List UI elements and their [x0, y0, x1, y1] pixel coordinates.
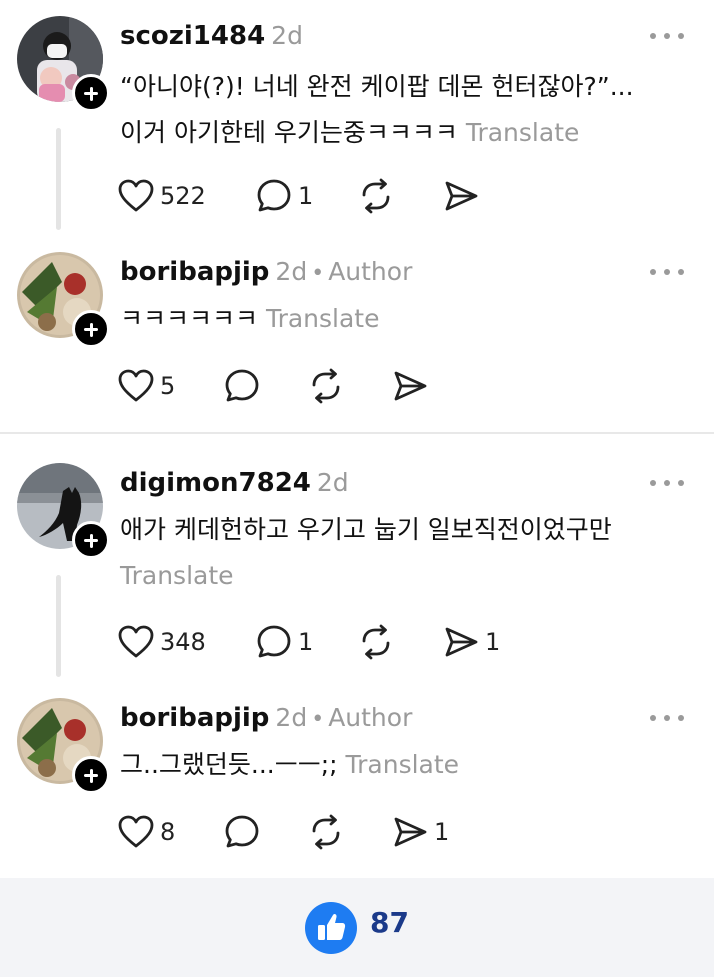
avatar-wrap[interactable] [17, 698, 110, 794]
comment-icon [225, 815, 259, 848]
translate-link[interactable]: Translate [120, 553, 612, 599]
separator-dot: • [311, 707, 325, 732]
more-dots-icon[interactable] [648, 262, 686, 282]
separator-dot: • [311, 261, 325, 286]
share-button[interactable]: 1 [443, 622, 500, 662]
comment-icon [257, 179, 291, 212]
repost-icon [362, 624, 390, 660]
translate-link[interactable]: Translate [266, 304, 380, 333]
repost-icon [312, 814, 340, 850]
post-text: 그..그랬던듯...ㅡㅡ;; Translate [120, 742, 459, 788]
thread-line [56, 575, 61, 677]
post-text: ㅋㅋㅋㅋㅋㅋ Translate [120, 296, 379, 342]
like-button[interactable]: 5 [118, 366, 175, 406]
reaction-count: 87 [370, 906, 409, 939]
avatar-wrap[interactable] [17, 16, 110, 112]
like-count: 522 [160, 182, 206, 210]
timestamp: 2d [275, 257, 308, 286]
username[interactable]: boribapjip [120, 257, 269, 287]
send-icon [394, 371, 427, 401]
translate-link[interactable]: Translate [346, 750, 460, 779]
avatar-wrap[interactable] [17, 463, 110, 559]
like-count: 348 [160, 628, 206, 656]
like-count: 5 [160, 372, 176, 400]
divider [0, 432, 714, 434]
post-text: “아니야(?)! 너네 완전 케이팝 데몬 헌터잖아?”... 이거 아기한테 … [120, 64, 634, 156]
heart-icon [118, 369, 154, 402]
like-button[interactable]: 522 [118, 176, 206, 216]
thumbs-up-icon[interactable] [305, 902, 357, 954]
username[interactable]: boribapjip [120, 703, 269, 733]
follow-plus-icon[interactable] [72, 74, 110, 112]
author-label: Author [328, 703, 413, 732]
reply-button[interactable] [224, 812, 260, 852]
heart-icon [118, 815, 154, 848]
post-text-line: 이거 아기한테 우기는중ㅋㅋㅋㅋ [120, 118, 458, 147]
post-header: boribapjip 2d • Author [120, 700, 412, 736]
reply-button[interactable]: 1 [256, 622, 313, 662]
timestamp: 2d [316, 468, 349, 497]
thread-line [56, 128, 61, 230]
more-dots-icon[interactable] [648, 473, 686, 493]
share-button[interactable] [392, 366, 428, 406]
follow-plus-icon[interactable] [72, 310, 110, 348]
reply-button[interactable]: 1 [256, 176, 313, 216]
translate-link[interactable]: Translate [466, 118, 580, 147]
repost-icon [312, 368, 340, 404]
like-button[interactable]: 8 [118, 812, 175, 852]
comment-icon [257, 625, 291, 658]
reply-count: 1 [298, 182, 314, 210]
post-text-line: 그..그랬던듯...ㅡㅡ;; [120, 750, 338, 779]
like-count: 8 [160, 818, 176, 846]
repost-icon [362, 178, 390, 214]
share-button[interactable] [443, 176, 479, 216]
comment-icon [225, 369, 259, 402]
share-button[interactable]: 1 [392, 812, 449, 852]
share-count: 1 [434, 818, 450, 846]
share-count: 1 [485, 628, 501, 656]
repost-button[interactable] [358, 176, 394, 216]
post-text-line: ㅋㅋㅋㅋㅋㅋ [120, 304, 259, 333]
more-dots-icon[interactable] [648, 26, 686, 46]
repost-button[interactable] [308, 366, 344, 406]
post-header: digimon7824 2d [120, 465, 349, 501]
author-label: Author [328, 257, 413, 286]
repost-button[interactable] [308, 812, 344, 852]
reaction-bar: 87 [0, 878, 714, 977]
post-text: 애가 케데헌하고 우기고 눕기 일보직전이었구만 Translate [120, 507, 612, 599]
username[interactable]: digimon7824 [120, 468, 311, 498]
timestamp: 2d [275, 703, 308, 732]
follow-plus-icon[interactable] [72, 521, 110, 559]
like-button[interactable]: 348 [118, 622, 206, 662]
send-icon [445, 627, 478, 657]
username[interactable]: scozi1484 [120, 21, 265, 51]
reply-button[interactable] [224, 366, 260, 406]
send-icon [394, 817, 427, 847]
heart-icon [118, 625, 154, 658]
send-icon [445, 181, 478, 211]
avatar-wrap[interactable] [17, 252, 110, 348]
timestamp: 2d [271, 21, 303, 50]
repost-button[interactable] [358, 622, 394, 662]
post-text-line: 애가 케데헌하고 우기고 눕기 일보직전이었구만 [120, 515, 612, 544]
heart-icon [118, 179, 154, 212]
thread-screen: scozi1484 2d “아니야(?)! 너네 완전 케이팝 데몬 헌터잖아?”… [0, 0, 714, 977]
reply-count: 1 [298, 628, 314, 656]
follow-plus-icon[interactable] [72, 756, 110, 794]
more-dots-icon[interactable] [648, 708, 686, 728]
post-text-line: “아니야(?)! 너네 완전 케이팝 데몬 헌터잖아?”... [120, 72, 634, 101]
post-header: boribapjip 2d • Author [120, 254, 412, 290]
post-header: scozi1484 2d [120, 18, 303, 54]
